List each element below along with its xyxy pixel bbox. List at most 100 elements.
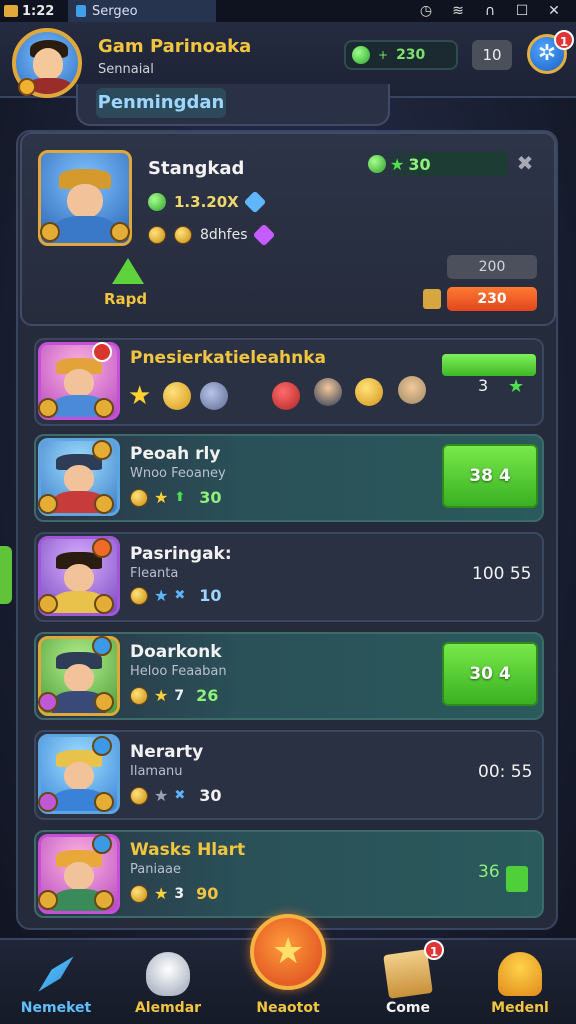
rocket-icon <box>38 956 74 992</box>
arrow-icon: ⬆ <box>174 490 186 505</box>
portrait-face <box>67 183 103 218</box>
row-subtitle: Paniaae <box>130 862 182 877</box>
shield-icon <box>94 594 114 614</box>
row-stat-value: 10 <box>199 586 222 605</box>
row-action-button[interactable]: 38 4 <box>442 444 538 508</box>
row-name: Pasringak: <box>130 544 232 564</box>
featured-stat-2-value: 8dhfes <box>200 227 248 243</box>
shield-icon <box>94 890 114 910</box>
center-action-button[interactable]: ★ <box>250 914 326 990</box>
portrait-body <box>53 216 117 243</box>
sword-icon <box>38 792 58 812</box>
nav-item-alemdar[interactable]: Alemdar <box>118 940 218 1024</box>
emblem-icon <box>92 834 112 854</box>
come-notification-badge: 1 <box>424 940 444 960</box>
emblem-icon <box>92 736 112 756</box>
shield-icon <box>94 494 114 514</box>
featured-stat-1-value: 1.3.20X <box>174 193 239 211</box>
nav-item-medenl[interactable]: Medenl <box>470 940 570 1024</box>
status-time: 1:22 <box>0 4 68 19</box>
gem-icon <box>352 46 370 64</box>
arrow-icon: 7 <box>174 687 185 704</box>
row-name: Pnesierkatieleahnka <box>130 348 327 368</box>
row-action-button[interactable]: 30 4 <box>442 642 538 706</box>
coin-icon <box>130 786 148 805</box>
currency-value: 230 <box>396 47 426 63</box>
gear-icon: ✲ <box>537 41 557 66</box>
smile-coin-icon <box>355 378 383 406</box>
sword-icon <box>38 494 58 514</box>
row-subtitle: Fleanta <box>130 566 179 581</box>
row-stat-value: 30 <box>199 488 222 507</box>
gold-egg-icon <box>163 382 191 410</box>
tab-title[interactable]: Penmingdan <box>96 88 226 118</box>
featured-score: ★ 30 <box>368 152 508 176</box>
avatar-badge-icon <box>18 78 36 96</box>
nav-label: Medenl <box>491 1000 549 1016</box>
featured-name: Stangkad <box>148 158 245 179</box>
row-name: Peoah rly <box>130 444 221 464</box>
sword-icon <box>38 692 58 712</box>
close-icon[interactable]: ✖ <box>514 152 536 174</box>
row-stat-value: 30 <box>199 786 222 805</box>
app-tab[interactable]: Sergeo <box>68 0 216 22</box>
row-stats: ★ 7 26 <box>130 686 218 705</box>
currency-add: + <box>378 48 389 62</box>
featured-stat-2: 8dhfes <box>148 223 275 247</box>
blue-crystal-icon <box>243 190 267 214</box>
coin-icon <box>130 586 148 605</box>
green-flag-icon[interactable] <box>506 866 528 892</box>
app-tab-label: Sergeo <box>92 3 138 19</box>
nav-label: Neaotot <box>256 1000 320 1016</box>
row-stats: ★ ⬆ 30 <box>130 488 222 507</box>
level-box[interactable]: 10 <box>472 40 512 70</box>
maximize-icon[interactable]: ☐ <box>514 3 530 19</box>
star-icon: ★ <box>272 931 305 972</box>
app-tab-icon <box>76 5 86 17</box>
row-time: 00: 55 <box>478 762 533 782</box>
sword-icon <box>40 222 60 242</box>
emblem-icon <box>92 538 112 558</box>
portrait-face <box>63 564 95 593</box>
status-time-text: 1:22 <box>22 3 55 19</box>
row-stats: ★ 3 90 <box>130 884 218 903</box>
row-stats: ★ ✖ 30 <box>130 786 222 805</box>
star-icon: ★ <box>154 884 169 903</box>
row-subtitle: Heloo Feaaban <box>130 664 227 679</box>
rapid-triangle-icon[interactable] <box>112 258 144 284</box>
nav-label: Come <box>386 1000 430 1016</box>
player-name: Gam Parinoaka <box>98 36 252 57</box>
portrait-face <box>63 762 95 791</box>
side-pull-tab[interactable] <box>0 546 12 604</box>
row-subtitle: Wnoo Feoaney <box>130 466 226 481</box>
nav-label: Nemeket <box>20 1000 92 1016</box>
row-progress-bar <box>442 354 536 376</box>
gear-item-icon <box>200 382 228 410</box>
row-stat-value: 90 <box>196 884 219 903</box>
featured-stat-1: 1.3.20X <box>148 190 267 214</box>
shield-icon <box>94 792 114 812</box>
clock-icon: ◷ <box>419 3 433 19</box>
featured-grey-button[interactable]: 200 <box>447 255 537 279</box>
star-icon: ★ <box>390 154 405 174</box>
cross-icon: ✖ <box>174 588 186 603</box>
star-icon: ★ <box>154 586 169 605</box>
emblem-icon <box>92 636 112 656</box>
close-icon[interactable]: ✕ <box>546 3 562 19</box>
featured-orange-button[interactable]: 230 <box>447 287 537 311</box>
robot-icon <box>146 952 190 996</box>
currency-display[interactable]: + 230 <box>344 40 458 70</box>
coin-icon <box>130 488 148 507</box>
red-pot-icon <box>272 382 300 410</box>
coin-icon <box>130 686 148 705</box>
shield-icon <box>94 692 114 712</box>
nav-item-nemeket[interactable]: Nemeket <box>6 940 106 1024</box>
nav-label: Alemdar <box>134 1000 202 1016</box>
shield-icon <box>110 222 130 242</box>
portrait-face <box>63 664 95 693</box>
sword-icon <box>38 890 58 910</box>
rapid-label: Rapd <box>104 290 148 308</box>
portrait-face <box>63 369 95 397</box>
status-bar: 1:22 Sergeo ◷ ≋ ∩ ☐ ✕ <box>0 0 576 22</box>
portrait-face <box>63 862 95 891</box>
